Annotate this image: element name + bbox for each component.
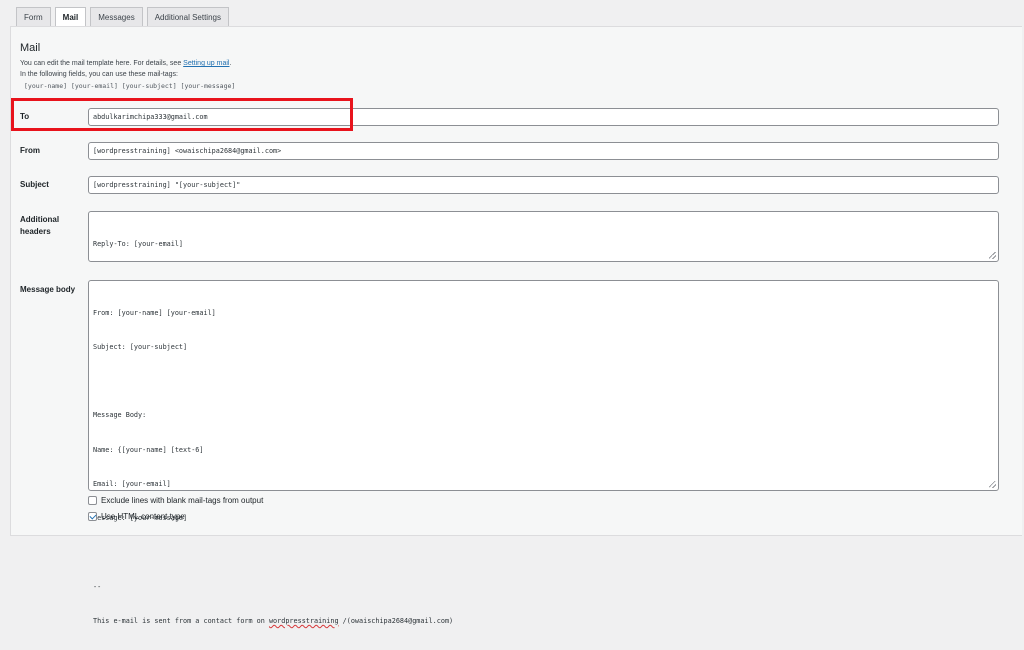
- exclude-blank-option: Exclude lines with blank mail-tags from …: [88, 496, 263, 505]
- additional-headers-value: Reply-To: [your-email]: [93, 239, 184, 248]
- mail-tags-list: [your-name] [your-email] [your-subject] …: [24, 82, 236, 90]
- mail-tags-intro: In the following fields, you can use the…: [20, 71, 178, 78]
- additional-headers-label: Additional headers: [20, 214, 59, 238]
- message-body-label: Message body: [20, 285, 76, 294]
- message-body-line: Email: [your-email]: [93, 479, 171, 488]
- message-body-line: Message Body:: [93, 411, 147, 420]
- message-body-textarea[interactable]: From: [your-name] [your-email] Subject: …: [88, 280, 999, 625]
- footer-suffix: /(owaischipa2684@gmail.com): [338, 616, 454, 625]
- footer-prefix: This e-mail is sent from a contact form …: [93, 616, 269, 625]
- annotation-highlight-box: [11, 98, 353, 131]
- message-body-line: [93, 376, 994, 387]
- description-text: You can edit the mail template here. For…: [20, 60, 184, 67]
- tab-form[interactable]: Form: [16, 7, 51, 27]
- resize-handle-icon[interactable]: [989, 252, 996, 259]
- site-name: wordpresstraining: [268, 616, 339, 625]
- from-field[interactable]: [wordpresstraining] <owaischipa2684@gmai…: [88, 142, 999, 160]
- message-body-line: Name: {[your-name] [text-6]: [93, 445, 204, 454]
- message-body-footer-line: This e-mail is sent from a contact form …: [93, 616, 994, 627]
- additional-headers-label-line1: Additional: [20, 215, 60, 224]
- setting-up-mail-link[interactable]: Setting up mail: [183, 60, 229, 67]
- html-content-option: Use HTML content type: [88, 512, 185, 521]
- tab-bar: Form Mail Messages Additional Settings: [16, 7, 229, 27]
- description-suffix: .: [229, 60, 232, 67]
- message-body-line: [93, 547, 994, 558]
- message-body-line: From: [your-name] [your-email]: [93, 308, 216, 317]
- section-heading: Mail: [20, 42, 41, 54]
- additional-headers-textarea[interactable]: Reply-To: [your-email]: [88, 211, 999, 262]
- tab-mail[interactable]: Mail: [54, 7, 87, 27]
- subject-field[interactable]: [wordpresstraining] "[your-subject]": [88, 176, 999, 194]
- subject-label: Subject: [20, 180, 49, 189]
- tab-additional-settings[interactable]: Additional Settings: [146, 7, 229, 27]
- message-body-line: --: [93, 582, 102, 591]
- additional-headers-label-line2: headers: [20, 227, 51, 236]
- html-content-checkbox[interactable]: [88, 512, 97, 521]
- resize-handle-icon[interactable]: [989, 481, 996, 488]
- tab-messages[interactable]: Messages: [90, 7, 143, 27]
- exclude-blank-label[interactable]: Exclude lines with blank mail-tags from …: [101, 496, 263, 505]
- exclude-blank-checkbox[interactable]: [88, 496, 97, 505]
- message-body-line: Message: [your-message]: [93, 514, 188, 523]
- html-content-label[interactable]: Use HTML content type: [101, 512, 185, 521]
- mail-description: You can edit the mail template here. For…: [20, 60, 231, 67]
- from-label: From: [20, 146, 40, 155]
- message-body-line: Subject: [your-subject]: [93, 343, 188, 352]
